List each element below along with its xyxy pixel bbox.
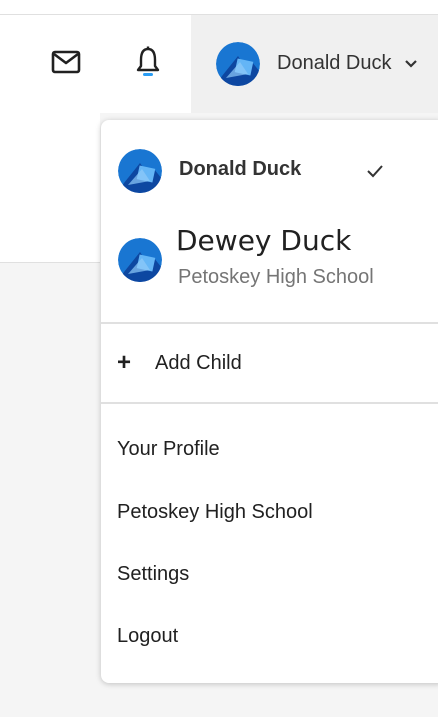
add-child-button[interactable]: + Add Child <box>117 349 242 377</box>
avatar <box>118 238 162 282</box>
user-name: Donald Duck <box>277 52 392 74</box>
user-menu-button[interactable]: Donald Duck <box>191 15 438 113</box>
mail-icon <box>51 50 81 74</box>
account-name: Dewey Duck <box>176 224 352 257</box>
avatar <box>118 149 162 193</box>
user-avatar-icon <box>216 42 260 86</box>
menu-divider <box>101 322 438 324</box>
checkmark-icon <box>367 165 383 178</box>
content-panel <box>0 113 100 263</box>
logout-link[interactable]: Logout <box>117 625 178 648</box>
avatar <box>216 42 260 86</box>
menu-divider <box>101 402 438 404</box>
top-strip <box>0 0 438 15</box>
account-item-dewey[interactable]: Dewey Duck Petoskey High School <box>101 222 438 304</box>
bell-icon <box>136 46 160 76</box>
chevron-down-icon <box>405 60 417 68</box>
add-child-label: Add Child <box>155 351 242 374</box>
user-avatar-icon <box>118 238 162 282</box>
account-dropdown: Donald Duck Dewey Duck Petoskey High Sch… <box>101 120 438 683</box>
account-school: Petoskey High School <box>178 266 374 288</box>
school-link[interactable]: Petoskey High School <box>117 501 313 524</box>
notifications-button[interactable] <box>128 42 168 82</box>
settings-link[interactable]: Settings <box>117 563 189 586</box>
account-item-donald[interactable]: Donald Duck <box>101 144 438 200</box>
content-divider <box>0 262 100 263</box>
plus-icon: + <box>117 349 132 376</box>
mail-button[interactable] <box>46 42 86 82</box>
account-name: Donald Duck <box>179 158 302 180</box>
your-profile-link[interactable]: Your Profile <box>117 438 220 461</box>
user-avatar-icon <box>118 149 162 193</box>
